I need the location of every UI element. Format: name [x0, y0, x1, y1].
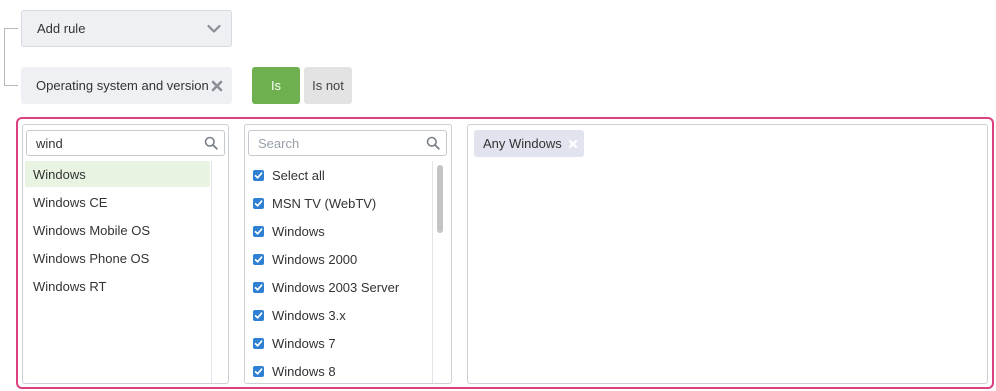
checkbox-checked-icon[interactable]: [253, 225, 264, 237]
condition-label: Operating system and version: [36, 78, 209, 93]
os-version-search: [248, 130, 447, 156]
os-family-search-input[interactable]: [36, 135, 204, 151]
version-item-label: Windows: [272, 223, 325, 239]
os-family-panel: Windows Windows CE Windows Mobile OS Win…: [22, 124, 229, 384]
version-item-label: Select all: [272, 167, 325, 183]
version-item-label: Windows 2000: [272, 251, 358, 267]
checkbox-checked-icon[interactable]: [253, 197, 264, 209]
version-item-label: Windows 8: [272, 363, 336, 379]
version-item[interactable]: Select all: [253, 161, 433, 189]
checkbox-checked-icon[interactable]: [253, 365, 264, 377]
search-icon: [204, 136, 218, 150]
os-version-panel: Select all MSN TV (WebTV) Windows Window…: [244, 124, 452, 384]
checkbox-checked-icon[interactable]: [253, 253, 264, 265]
remove-condition-icon[interactable]: [211, 80, 223, 92]
remove-tag-icon[interactable]: [568, 139, 578, 149]
os-family-item[interactable]: Windows: [25, 161, 210, 187]
chevron-down-icon: [207, 24, 221, 33]
os-version-list: Select all MSN TV (WebTV) Windows Window…: [253, 161, 433, 383]
add-rule-dropdown[interactable]: Add rule: [21, 10, 232, 47]
selected-tag-label: Any Windows: [483, 136, 562, 151]
version-item[interactable]: Windows 2000: [253, 245, 433, 273]
version-item-label: Windows 2003 Server: [272, 279, 400, 295]
condition-chip: Operating system and version: [21, 67, 232, 104]
version-item[interactable]: Windows: [253, 217, 433, 245]
os-family-item[interactable]: Windows RT: [25, 273, 210, 299]
os-version-scrollbar-thumb[interactable]: [437, 165, 443, 233]
checkbox-checked-icon[interactable]: [253, 309, 264, 321]
version-item[interactable]: Windows 2003 Server: [253, 273, 433, 301]
version-item-label: MSN TV (WebTV): [272, 195, 377, 211]
version-item-label: Windows 7: [272, 335, 336, 351]
version-item[interactable]: Windows 3.x: [253, 301, 433, 329]
os-family-scroll-track: [211, 161, 212, 383]
is-not-button[interactable]: Is not: [304, 67, 352, 104]
checkbox-checked-icon[interactable]: [253, 281, 264, 293]
version-item[interactable]: Windows 8: [253, 357, 433, 383]
add-rule-label: Add rule: [37, 21, 86, 36]
os-family-item[interactable]: Windows Mobile OS: [25, 217, 210, 243]
version-item[interactable]: Windows 7: [253, 329, 433, 357]
version-item-label: Windows 3.x: [272, 307, 346, 323]
os-family-list: Windows Windows CE Windows Mobile OS Win…: [25, 161, 210, 301]
os-version-search-input[interactable]: [258, 135, 426, 151]
is-button[interactable]: Is: [252, 67, 300, 104]
selected-tag: Any Windows: [474, 130, 584, 157]
os-family-item[interactable]: Windows Phone OS: [25, 245, 210, 271]
checkbox-checked-icon[interactable]: [253, 169, 264, 181]
rule-connector-line: [4, 28, 18, 86]
os-family-item[interactable]: Windows CE: [25, 189, 210, 215]
os-family-search: [26, 130, 225, 156]
checkbox-checked-icon[interactable]: [253, 337, 264, 349]
version-item[interactable]: MSN TV (WebTV): [253, 189, 433, 217]
search-icon: [426, 136, 440, 150]
selected-os-panel: Any Windows: [467, 124, 988, 384]
